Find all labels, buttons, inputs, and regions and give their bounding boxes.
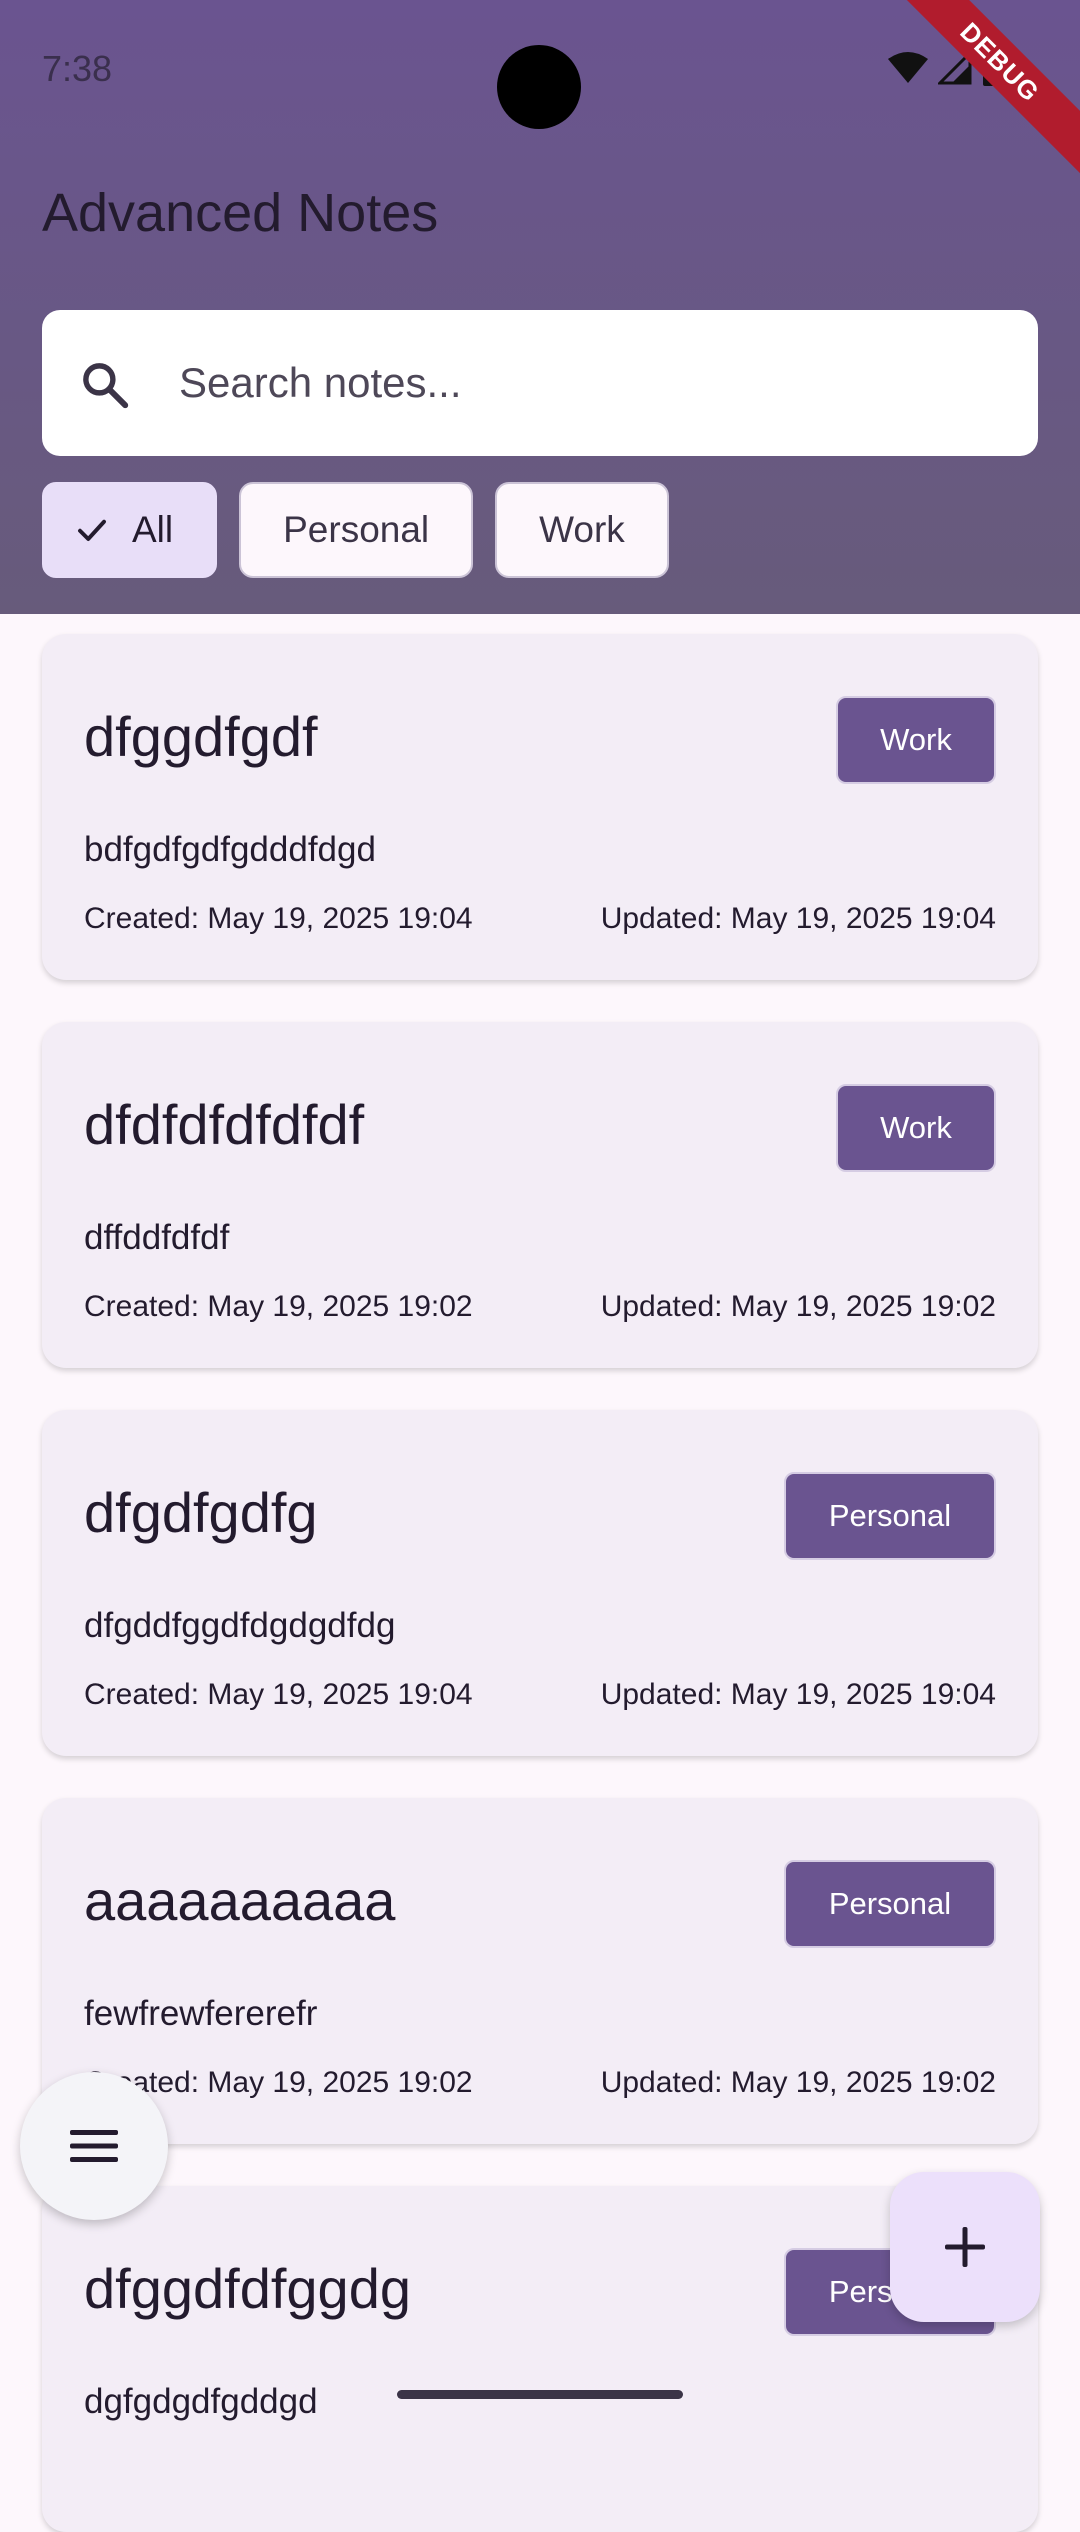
search-icon xyxy=(83,363,129,409)
note-card[interactable]: dfggdfgdf Work bdfgdfgdfgdddfdgd Created… xyxy=(42,634,1038,980)
note-title: dfdfdfdfdfdf xyxy=(84,1093,365,1156)
menu-icon xyxy=(70,2130,118,2162)
camera-cutout xyxy=(497,45,581,129)
check-icon xyxy=(74,512,110,548)
created-date: Created: May 19, 2025 19:02 xyxy=(84,1290,473,1323)
debug-banner: DEBUG xyxy=(878,0,1080,184)
category-badge: Personal xyxy=(784,1860,996,1948)
note-meta: Created: May 19, 2025 19:04 Updated: May… xyxy=(84,902,996,936)
category-badge: Personal xyxy=(784,1472,996,1560)
note-content: bdfgdfgdfgdddfdgd xyxy=(84,830,376,869)
menu-button[interactable] xyxy=(20,2072,168,2220)
note-content: dgfgdgdfgddgd xyxy=(84,2382,318,2421)
note-content: dffddfdfdf xyxy=(84,1218,230,1257)
search-input[interactable] xyxy=(177,350,1001,416)
note-title: dfggdfgdf xyxy=(84,705,318,768)
page-title: Advanced Notes xyxy=(42,183,439,243)
created-date: Created: May 19, 2025 19:04 xyxy=(84,902,473,935)
app-bar: 7:38 DEBUG Advanced Notes All Personal W… xyxy=(0,0,1080,614)
note-title: aaaaaaaaaa xyxy=(84,1869,396,1932)
note-card[interactable]: dfggdfdfggdg Personal dgfgdgdfgddgd xyxy=(42,2186,1038,2532)
note-title: dfgdfgdfg xyxy=(84,1481,318,1544)
gesture-bar xyxy=(397,2390,683,2399)
category-badge: Work xyxy=(836,696,996,784)
note-meta: Created: May 19, 2025 19:04 Updated: May… xyxy=(84,1678,996,1712)
filter-chip-work[interactable]: Work xyxy=(495,482,669,578)
updated-date: Updated: May 19, 2025 19:02 xyxy=(600,2066,996,2099)
add-icon xyxy=(945,2227,985,2267)
note-meta: Created: May 19, 2025 19:02 Updated: May… xyxy=(84,2066,996,2100)
filter-chip-label: Personal xyxy=(283,509,430,550)
search-bar[interactable] xyxy=(42,310,1038,456)
category-badge: Work xyxy=(836,1084,996,1172)
created-date: Created: May 19, 2025 19:04 xyxy=(84,1678,473,1711)
note-card[interactable]: aaaaaaaaaa Personal fewfrewfererefr Crea… xyxy=(42,1798,1038,2144)
filter-chip-label: All xyxy=(132,509,174,550)
note-content: dfgddfggdfdgdgdfdg xyxy=(84,1606,396,1645)
updated-date: Updated: May 19, 2025 19:04 xyxy=(600,902,996,935)
note-card[interactable]: dfdfdfdfdfdf Work dffddfdfdf Created: Ma… xyxy=(42,1022,1038,1368)
note-title: dfggdfdfggdg xyxy=(84,2257,411,2320)
wifi-icon xyxy=(888,52,928,83)
filter-chip-all[interactable]: All xyxy=(42,482,218,578)
note-card[interactable]: dfgdfgdfg Personal dfgddfggdfdgdgdfdg Cr… xyxy=(42,1410,1038,1756)
add-note-button[interactable] xyxy=(890,2172,1040,2322)
filter-chip-personal[interactable]: Personal xyxy=(239,482,474,578)
note-meta: Created: May 19, 2025 19:02 Updated: May… xyxy=(84,1290,996,1324)
note-content: fewfrewfererefr xyxy=(84,1994,318,2033)
filter-chip-label: Work xyxy=(539,509,625,550)
filter-chips: All Personal Work xyxy=(42,482,669,578)
updated-date: Updated: May 19, 2025 19:02 xyxy=(600,1290,996,1323)
updated-date: Updated: May 19, 2025 19:04 xyxy=(600,1678,996,1711)
status-time: 7:38 xyxy=(42,48,113,89)
